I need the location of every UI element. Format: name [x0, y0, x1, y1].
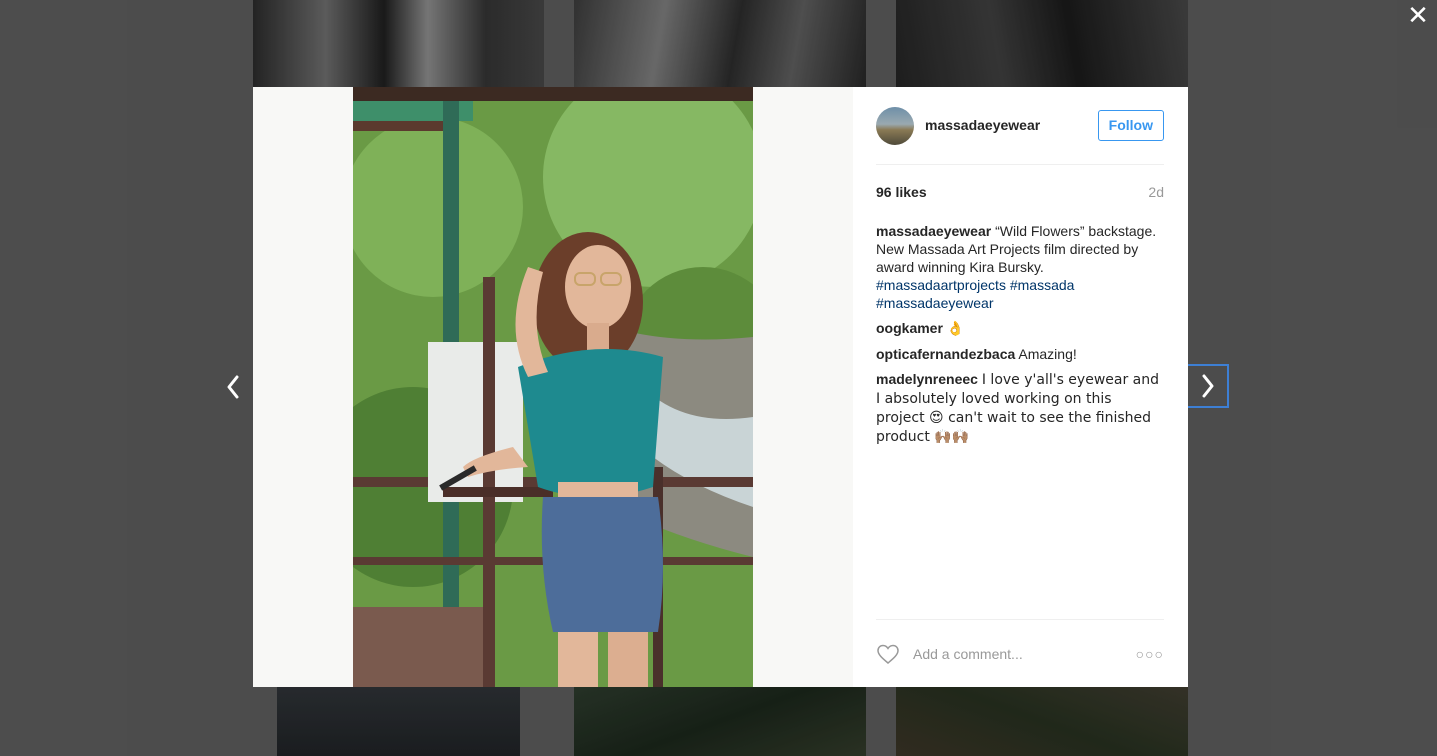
previous-post-button[interactable] — [218, 366, 248, 408]
comment-author-link[interactable]: opticafernandezbaca — [876, 346, 1015, 362]
comment-item: madelynreneec I love y'all's eyewear and… — [876, 370, 1164, 446]
chevron-left-icon — [227, 375, 239, 399]
close-icon: ✕ — [1407, 0, 1429, 30]
post-timestamp[interactable]: 2d — [1148, 184, 1164, 200]
post-footer: ○○○ — [876, 619, 1164, 688]
comment-text: Amazing! — [1018, 346, 1077, 362]
post-modal: massadaeyewear Follow 96 likes 2d massad… — [253, 87, 1188, 687]
comments-list: massadaeyewear “Wild Flowers” backstage.… — [876, 222, 1164, 453]
follow-button[interactable]: Follow — [1097, 110, 1164, 141]
comment-item: opticafernandezbaca Amazing! — [876, 345, 1164, 363]
hashtag-link[interactable]: #massada — [1010, 277, 1075, 293]
post-media — [253, 87, 853, 687]
more-options-button[interactable]: ○○○ — [1136, 646, 1164, 662]
post-photo[interactable] — [353, 87, 753, 687]
hashtag-link[interactable]: #massadaartprojects — [876, 277, 1006, 293]
comment-item: oogkamer 👌 — [876, 319, 1164, 338]
close-button[interactable]: ✕ — [1405, 2, 1431, 28]
post-sidebar: massadaeyewear Follow 96 likes 2d massad… — [853, 87, 1188, 687]
comment-input[interactable] — [911, 645, 1125, 663]
likes-count[interactable]: 96 likes — [876, 184, 927, 200]
post-header: massadaeyewear Follow — [876, 105, 1164, 165]
caption: massadaeyewear “Wild Flowers” backstage.… — [876, 222, 1164, 312]
comment-author-link[interactable]: oogkamer — [876, 320, 943, 336]
avatar[interactable] — [876, 107, 914, 145]
chevron-right-icon — [1202, 374, 1213, 398]
next-post-button[interactable] — [1187, 364, 1229, 408]
comment-text: 👌 — [946, 321, 965, 337]
comment-author-link[interactable]: madelynreneec — [876, 371, 978, 387]
likes-row: 96 likes 2d — [876, 184, 1164, 200]
heart-icon[interactable] — [876, 642, 900, 666]
username-link[interactable]: massadaeyewear — [925, 117, 1040, 133]
caption-author-link[interactable]: massadaeyewear — [876, 223, 991, 239]
hashtag-link[interactable]: #massadaeyewear — [876, 295, 994, 311]
